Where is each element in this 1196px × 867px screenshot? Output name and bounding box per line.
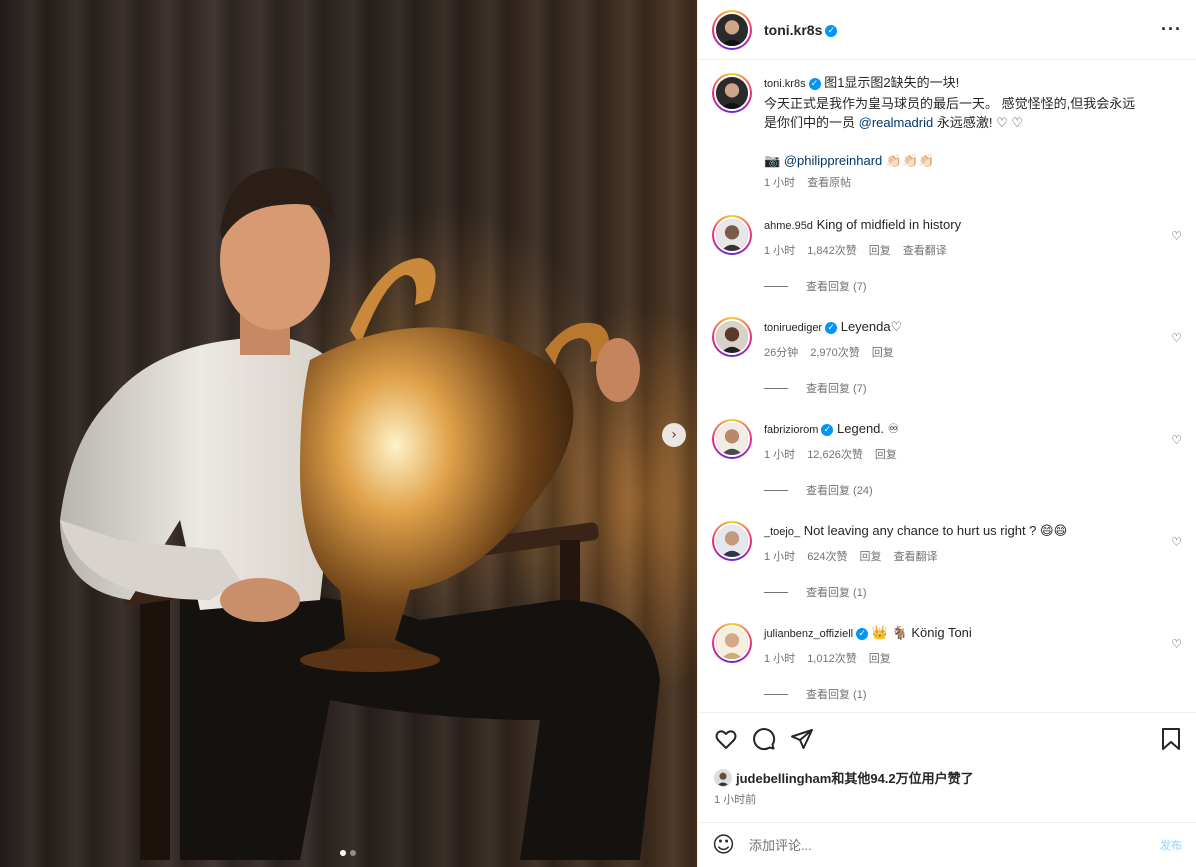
view-replies-button[interactable]: 查看回复 (1)	[764, 584, 1182, 600]
view-replies-button[interactable]: 查看回复 (7)	[764, 380, 1182, 396]
carousel-dot-2	[350, 850, 356, 856]
mention-philippreinhard[interactable]: @philippreinhard	[784, 153, 882, 168]
post-header: toni.kr8s ✓ ···	[698, 0, 1196, 60]
reply-button[interactable]: 回复	[860, 548, 882, 564]
comment-text: King of midfield in history	[816, 217, 962, 232]
caption-line3: 是你们中的一员	[764, 115, 859, 130]
commenter-username[interactable]: fabriziorom	[764, 424, 818, 436]
comment-bubble-icon[interactable]	[752, 727, 776, 751]
caption-line1: 图1显示图2缺失的一块!	[824, 75, 960, 90]
comment-text: Legend. ♾	[837, 421, 900, 436]
like-comment-icon[interactable]: ♡	[1171, 535, 1182, 549]
comment-input[interactable]	[748, 837, 1160, 853]
comment-likes[interactable]: 12,626次赞	[807, 446, 863, 462]
caption-line2: 今天正式是我作为皇马球员的最后一天。 感觉怪怪的,但我会永远	[764, 96, 1136, 111]
view-replies-button[interactable]: 查看回复 (24)	[764, 482, 1182, 498]
comment-likes[interactable]: 1,012次赞	[807, 650, 857, 666]
commenter-username[interactable]: julianbenz_offiziell	[764, 628, 853, 640]
carousel-dot-1	[340, 850, 346, 856]
caption-avatar[interactable]	[712, 73, 752, 113]
reply-button[interactable]: 回复	[875, 446, 897, 462]
mention-realmadrid[interactable]: @realmadrid	[859, 115, 934, 130]
comment-text: Leyenda♡	[840, 319, 903, 334]
post-side-panel: toni.kr8s ✓ ··· toni.kr8s ✓ 图1显示图2缺失的一块! 今…	[697, 0, 1196, 867]
commenter-avatar[interactable]	[712, 419, 752, 459]
add-comment-bar: ☺ 发布	[698, 822, 1196, 867]
author-username[interactable]: toni.kr8s ✓	[764, 22, 838, 38]
commenter-username[interactable]: _toejo_	[764, 526, 800, 538]
commenter-username[interactable]: ahme.95d	[764, 220, 813, 232]
post-actions: judebellingham和其他94.2万位用户赞了 1 小时前	[698, 712, 1196, 822]
view-replies-button[interactable]: 查看回复 (7)	[764, 278, 1182, 294]
like-comment-icon[interactable]: ♡	[1171, 229, 1182, 243]
comment-text: 👑 🐐 König Toni	[871, 625, 972, 640]
emoji-icon[interactable]: ☺	[712, 833, 735, 858]
comments-list[interactable]: toni.kr8s ✓ 图1显示图2缺失的一块! 今天正式是我作为皇马球员的最后一…	[698, 60, 1196, 712]
more-options-icon[interactable]: ···	[1161, 19, 1182, 40]
commenter-avatar[interactable]	[712, 215, 752, 255]
liker-avatar	[714, 768, 732, 787]
comment-time: 1 小时	[764, 551, 796, 563]
comment-time: 1 小时	[764, 653, 796, 665]
commenter-username[interactable]: toniruediger	[764, 322, 822, 334]
reply-button[interactable]: 回复	[872, 344, 894, 360]
caption-time: 1 小时	[764, 177, 796, 189]
verified-icon: ✓	[825, 321, 838, 334]
next-image-button[interactable]: ›	[662, 423, 686, 447]
comment-item: toniruediger ✓ Leyenda♡ 26分钟 2,970次赞 回复 查看回…	[712, 317, 1182, 396]
camera-icon: 📷	[764, 153, 781, 168]
likes-summary[interactable]: judebellingham和其他94.2万位用户赞了	[714, 768, 974, 787]
photo-illustration	[60, 167, 660, 860]
like-heart-icon[interactable]	[714, 727, 738, 751]
verified-icon: ✓	[821, 423, 834, 436]
verified-icon: ✓	[825, 24, 838, 37]
translate-button[interactable]: 查看翻译	[894, 548, 938, 564]
post-photo[interactable]: ›	[0, 0, 697, 867]
carousel-indicator	[340, 850, 356, 856]
caption: toni.kr8s ✓ 图1显示图2缺失的一块! 今天正式是我作为皇马球员的最后一…	[712, 73, 1182, 190]
verified-icon: ✓	[856, 627, 869, 640]
author-avatar[interactable]	[712, 9, 752, 50]
comment-time: 26分钟	[764, 347, 799, 359]
translate-button[interactable]: 查看翻译	[903, 242, 947, 258]
reply-button[interactable]: 回复	[869, 650, 891, 666]
comment-item: _toejo_ Not leaving any chance to hurt u…	[712, 521, 1182, 600]
bookmark-icon[interactable]	[1160, 727, 1182, 751]
comment-likes[interactable]: 2,970次赞	[810, 344, 860, 360]
like-comment-icon[interactable]: ♡	[1171, 637, 1182, 651]
caption-line3-after: 永远感激! ♡ ♡	[933, 115, 1024, 130]
comment-time: 1 小时	[764, 245, 796, 257]
likes-text: judebellingham和其他94.2万位用户赞了	[736, 771, 974, 786]
view-replies-button[interactable]: 查看回复 (1)	[764, 686, 1182, 702]
like-comment-icon[interactable]: ♡	[1171, 331, 1182, 345]
post-comment-button[interactable]: 发布	[1160, 837, 1182, 853]
commenter-avatar[interactable]	[712, 317, 752, 357]
comment-time: 1 小时	[764, 449, 796, 461]
like-comment-icon[interactable]: ♡	[1171, 433, 1182, 447]
post-timestamp: 1 小时前	[714, 794, 757, 806]
comment-likes[interactable]: 1,842次赞	[807, 242, 857, 258]
comment-item: fabriziorom ✓ Legend. ♾ 1 小时 12,626次赞 回复 查看…	[712, 419, 1182, 498]
see-original-link[interactable]: 查看原帖	[807, 174, 851, 190]
share-paper-plane-icon[interactable]	[790, 727, 814, 751]
commenter-avatar[interactable]	[712, 623, 752, 663]
comment-text: Not leaving any chance to hurt us right …	[803, 523, 1068, 538]
reply-button[interactable]: 回复	[869, 242, 891, 258]
comment-item: ahme.95d King of midfield in history 1 小…	[712, 215, 1182, 294]
verified-icon: ✓	[808, 77, 821, 90]
caption-username[interactable]: toni.kr8s	[764, 78, 806, 90]
caption-credit-after: 👏🏻👏🏻👏🏻	[882, 153, 935, 168]
commenter-avatar[interactable]	[712, 521, 752, 561]
comment-likes[interactable]: 624次赞	[807, 548, 847, 564]
comment-item: julianbenz_offiziell ✓ 👑 🐐 König Toni 1 小…	[712, 623, 1182, 702]
